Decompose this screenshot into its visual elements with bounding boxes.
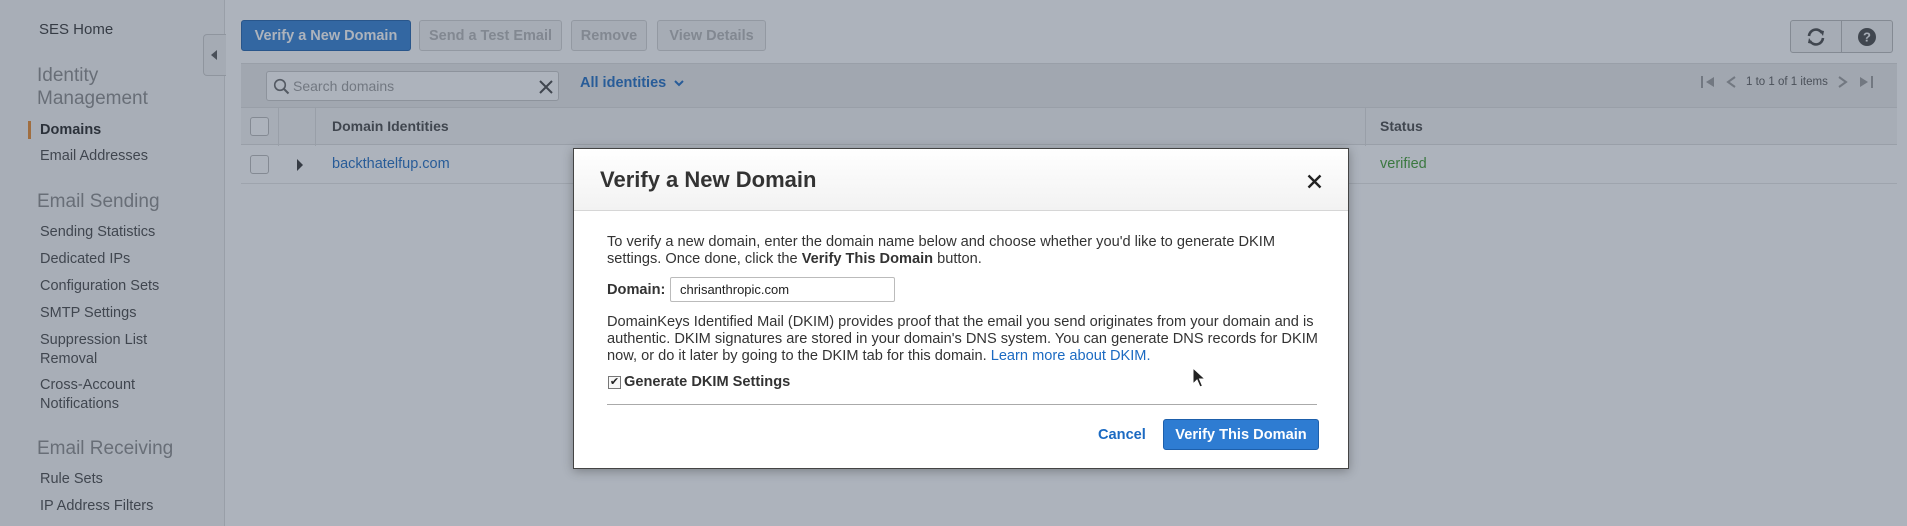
mouse-cursor-icon (1192, 367, 1206, 388)
dialog-header: Verify a New Domain (574, 149, 1348, 211)
verify-this-domain-button[interactable]: Verify This Domain (1163, 419, 1319, 450)
dialog-divider (607, 404, 1317, 405)
generate-dkim-checkbox[interactable]: ✔ (608, 376, 621, 389)
cancel-button[interactable]: Cancel (1098, 427, 1146, 443)
dialog-title: Verify a New Domain (600, 167, 817, 192)
generate-dkim-label[interactable]: Generate DKIM Settings (624, 374, 790, 390)
dkim-description: DomainKeys Identified Mail (DKIM) provid… (607, 314, 1318, 364)
close-button[interactable] (1304, 171, 1324, 191)
dialog-intro-text: To verify a new domain, enter the domain… (607, 234, 1275, 267)
learn-more-dkim-link[interactable]: Learn more about DKIM. (991, 348, 1151, 364)
verify-domain-dialog: Verify a New Domain To verify a new doma… (573, 148, 1349, 469)
domain-label: Domain: (607, 282, 666, 298)
checkmark-icon: ✔ (609, 376, 620, 388)
domain-field[interactable] (670, 277, 895, 302)
close-icon (1307, 174, 1321, 188)
